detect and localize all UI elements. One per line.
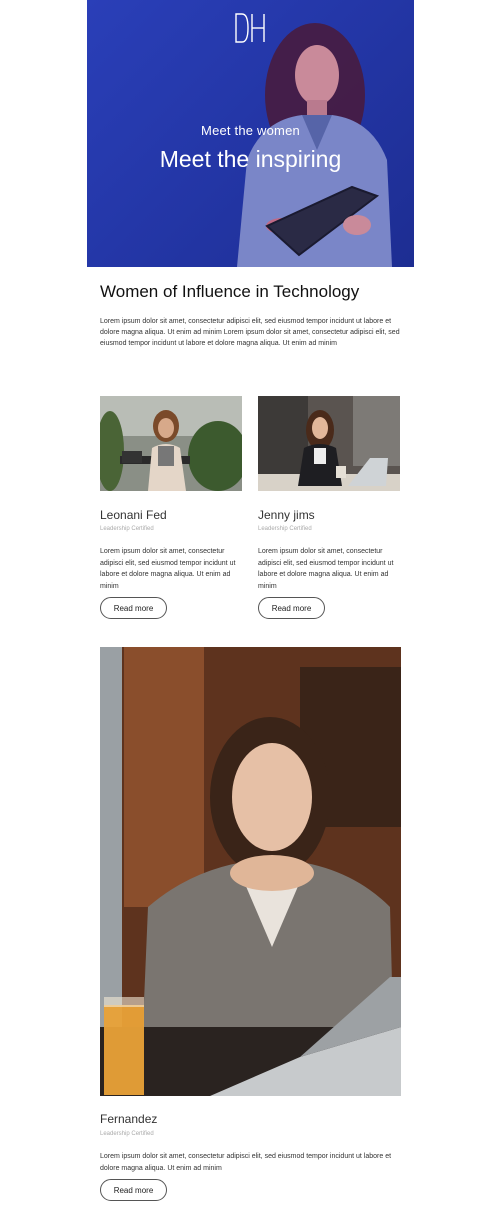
profile-description: Lorem ipsum dolor sit amet, consectetur …: [100, 548, 236, 590]
logo-icon: [235, 13, 265, 43]
profile-name: Jenny jims: [258, 508, 315, 522]
featured-role: Leadership Certified: [100, 1131, 154, 1137]
profile-card: Jenny jims Leadership Certified Lorem ip…: [258, 396, 400, 619]
hero-title: Meet the inspiring: [159, 146, 342, 172]
featured-name: Fernandez: [100, 1112, 158, 1126]
read-more-button[interactable]: Read more: [100, 597, 167, 619]
hero-banner: Meet the women Meet the inspiring: [87, 0, 414, 267]
profile-card: Leonani Fed Leadership Certified Lorem i…: [100, 396, 242, 619]
intro-paragraph: Lorem ipsum dolor sit amet, consectetur …: [100, 318, 400, 347]
profile-role: Leadership Certified: [100, 526, 154, 532]
profile-photo: [258, 396, 400, 491]
profile-photo: [100, 396, 242, 491]
featured-photo: [100, 647, 401, 1096]
read-more-button[interactable]: Read more: [258, 597, 325, 619]
profile-role: Leadership Certified: [258, 526, 312, 532]
profile-description: Lorem ipsum dolor sit amet, consectetur …: [258, 548, 394, 590]
hero-subtitle: Meet the women: [201, 123, 300, 138]
read-more-button[interactable]: Read more: [100, 1179, 167, 1201]
section-title: Women of Influence in Technology: [100, 282, 360, 301]
email-container: Meet the women Meet the inspiring Women …: [87, 0, 414, 1210]
profile-name: Leonani Fed: [100, 508, 167, 522]
featured-description: Lorem ipsum dolor sit amet, consectetur …: [100, 1153, 392, 1172]
